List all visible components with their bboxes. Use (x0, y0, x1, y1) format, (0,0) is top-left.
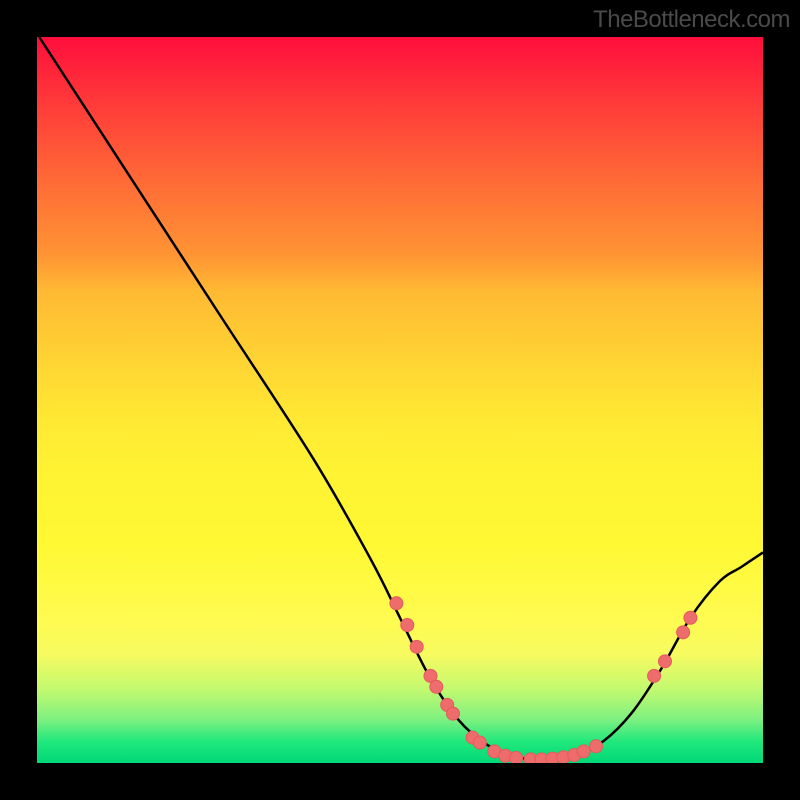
plot-gradient-background (37, 37, 763, 763)
chart-container: TheBottleneck.com (0, 0, 800, 800)
watermark-text: TheBottleneck.com (593, 6, 790, 34)
